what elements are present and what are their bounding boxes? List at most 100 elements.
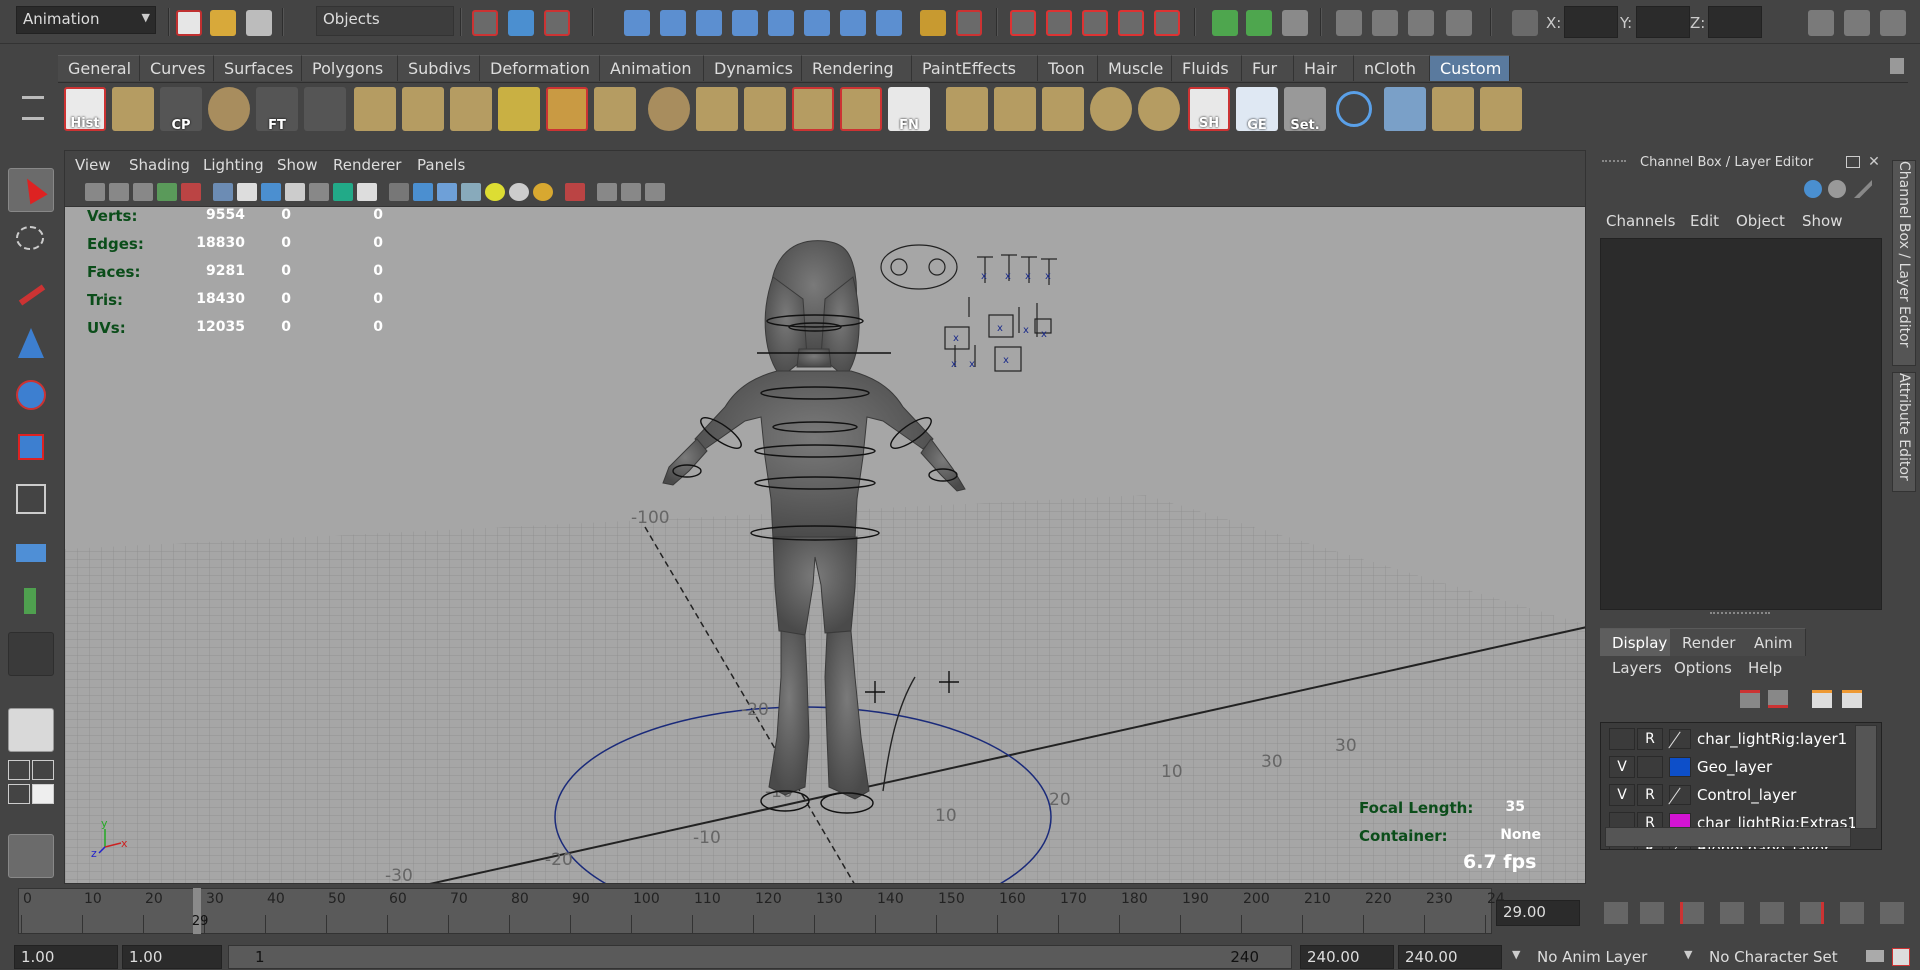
- anim-layer-chevron-icon[interactable]: ▼: [1512, 948, 1520, 961]
- layer-row[interactable]: R char_lightRig:layer1: [1601, 725, 1847, 753]
- play-backwards-icon[interactable]: [1720, 902, 1744, 924]
- layer-display-type-toggle[interactable]: R: [1637, 728, 1663, 750]
- layer-row[interactable]: V R Control_layer: [1601, 781, 1847, 809]
- pick-deformations-icon[interactable]: [768, 10, 794, 36]
- layer-color-swatch[interactable]: [1669, 757, 1691, 777]
- transform-mode-icon[interactable]: [1512, 10, 1538, 36]
- ft-button[interactable]: FT: [256, 87, 298, 133]
- shelf-tab-muscle[interactable]: Muscle: [1098, 55, 1172, 81]
- move-layer-down-icon[interactable]: [1768, 690, 1788, 708]
- wireframe-on-shaded-icon[interactable]: [261, 183, 281, 201]
- shelf-tab-subdivs[interactable]: Subdivs: [398, 55, 480, 81]
- options-menu[interactable]: Options: [1674, 659, 1732, 677]
- both-modes-icon[interactable]: [1854, 180, 1872, 198]
- image-plane-icon[interactable]: [157, 183, 177, 201]
- gold-ball-icon[interactable]: [533, 183, 553, 201]
- input-ops-icon[interactable]: [1212, 10, 1238, 36]
- frame-all-icon[interactable]: [597, 183, 617, 201]
- layers-menu[interactable]: Layers: [1612, 659, 1662, 677]
- time-slider-track[interactable]: 0 10 20 30 40 50 60 70 80 90 100 110 120 130 140 150 160…: [18, 888, 1505, 934]
- layout-hypershade-icon[interactable]: [32, 784, 54, 804]
- layer-color-swatch[interactable]: [1668, 785, 1691, 805]
- layer-tab-display[interactable]: Display: [1600, 628, 1681, 656]
- viewport-scene[interactable]: -100 -20 -10 10 20 30 30 -10 -20 -30 10: [65, 207, 1585, 883]
- step-forward-frame-icon[interactable]: [1840, 902, 1864, 924]
- select-highlight-icon[interactable]: [565, 183, 585, 201]
- show-manipulator-icon[interactable]: [8, 580, 54, 624]
- hand-icon[interactable]: [8, 834, 54, 878]
- cube-joint-icon[interactable]: [1432, 87, 1474, 131]
- shelf-tab-general[interactable]: General: [58, 55, 140, 81]
- poly-extrude-icon[interactable]: [450, 87, 492, 131]
- poly-subdivide-icon[interactable]: [402, 87, 444, 131]
- hist-button[interactable]: Hist: [64, 87, 106, 131]
- pane-resize-handle[interactable]: [1710, 612, 1770, 616]
- universal-manipulator-icon[interactable]: [8, 478, 54, 522]
- shelf-tab-animation[interactable]: Animation: [600, 55, 704, 81]
- shelf-tab-painteffects[interactable]: PaintEffects: [912, 55, 1038, 81]
- render-current-frame-icon[interactable]: [1372, 10, 1398, 36]
- layer-row[interactable]: V Geo_layer: [1601, 753, 1847, 781]
- playback-end-field[interactable]: 240.00: [1300, 945, 1394, 969]
- ik-handle-icon[interactable]: [1480, 87, 1522, 131]
- go-to-end-icon[interactable]: [1880, 902, 1904, 924]
- last-tool-slot[interactable]: [8, 632, 54, 676]
- help-menu[interactable]: Help: [1748, 659, 1782, 677]
- render-settings-icon[interactable]: [1446, 10, 1472, 36]
- select-object-icon[interactable]: [508, 10, 534, 36]
- trash-icon[interactable]: [1890, 58, 1904, 74]
- float-panel-icon[interactable]: [1846, 156, 1860, 168]
- layout-four-pane-icon[interactable]: [8, 760, 30, 780]
- shelf-tab-custom[interactable]: Custom: [1430, 55, 1510, 81]
- shelf-tab-fluids[interactable]: Fluids: [1172, 55, 1242, 81]
- x-field[interactable]: [1564, 6, 1618, 38]
- select-tool-icon[interactable]: [8, 168, 54, 212]
- pick-dynamics-icon[interactable]: [804, 10, 830, 36]
- ge-button[interactable]: GE: [1236, 87, 1278, 133]
- material-ball-icon[interactable]: [509, 183, 529, 201]
- sh-button[interactable]: SH: [1188, 87, 1230, 131]
- default-light-icon[interactable]: [485, 183, 505, 201]
- pick-rendering-icon[interactable]: [840, 10, 866, 36]
- viewport-menu-shading[interactable]: Shading: [129, 156, 190, 174]
- object-menu[interactable]: Object: [1736, 212, 1785, 230]
- pick-curves-icon[interactable]: [696, 10, 722, 36]
- poly-cut-icon[interactable]: [546, 87, 588, 131]
- snap-point-icon[interactable]: [1082, 10, 1108, 36]
- channels-menu[interactable]: Channels: [1606, 212, 1675, 230]
- layer-list-horizontal-scrollbar[interactable]: [1605, 827, 1851, 847]
- poly-smooth-icon[interactable]: [354, 87, 396, 131]
- help-icon[interactable]: [876, 10, 902, 36]
- xray-icon[interactable]: [413, 183, 433, 201]
- channel-box-toggle-icon[interactable]: [1880, 10, 1906, 36]
- grid-toggle-icon[interactable]: [181, 183, 201, 201]
- camera-attributes-icon[interactable]: [109, 183, 129, 201]
- select-hierarchy-icon[interactable]: [472, 10, 498, 36]
- move-tool-icon[interactable]: [8, 322, 54, 366]
- channel-box-area[interactable]: [1600, 238, 1882, 610]
- viewport-menu-panels[interactable]: Panels: [417, 156, 465, 174]
- frame-selected-icon[interactable]: [621, 183, 641, 201]
- viewport-menu-lighting[interactable]: Lighting: [203, 156, 264, 174]
- end-time-field[interactable]: 240.00: [1398, 945, 1502, 969]
- attribute-editor-toggle-icon[interactable]: [1808, 10, 1834, 36]
- layout-persp-graph-icon[interactable]: [8, 784, 30, 804]
- auto-key-icon[interactable]: [1866, 950, 1884, 962]
- layer-tab-render[interactable]: Render: [1670, 628, 1749, 656]
- layer-visibility-toggle[interactable]: V: [1609, 784, 1635, 806]
- close-icon[interactable]: ✕: [1866, 154, 1882, 170]
- hand-tool-icon[interactable]: [304, 87, 346, 131]
- side-tab-attribute-editor[interactable]: Attribute Editor: [1892, 372, 1916, 492]
- nurbs-circle-icon[interactable]: [1336, 91, 1372, 127]
- menuset-dropdown[interactable]: Animation ▼: [16, 6, 156, 34]
- character-set-chevron-icon[interactable]: ▼: [1684, 948, 1692, 961]
- layer-display-type-toggle[interactable]: R: [1637, 784, 1663, 806]
- highlight-selection-icon[interactable]: [956, 10, 982, 36]
- poly-cylinder-icon[interactable]: [994, 87, 1036, 131]
- layer-color-swatch[interactable]: [1668, 729, 1691, 749]
- output-ops-icon[interactable]: [1246, 10, 1272, 36]
- cp-button[interactable]: CP: [160, 87, 202, 133]
- playback-start-field[interactable]: 1.00: [122, 945, 222, 969]
- scale-tool-icon[interactable]: [8, 426, 54, 470]
- pick-mask-icon[interactable]: [624, 10, 650, 36]
